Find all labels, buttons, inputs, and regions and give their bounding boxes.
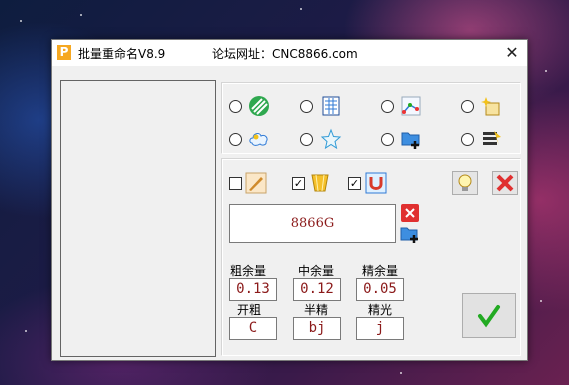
- mode-radio-2[interactable]: [300, 100, 313, 113]
- desktop-star: [80, 14, 82, 16]
- forum-address: 论坛网址：CNC8866.com: [212, 47, 358, 61]
- mode-radio-7[interactable]: [381, 133, 394, 146]
- lightbulb-icon: [458, 174, 472, 191]
- mode-radio-1[interactable]: [229, 100, 242, 113]
- mid-allowance-label: 中余量: [298, 264, 335, 278]
- mode-radio-6[interactable]: [300, 133, 313, 146]
- tool-checkbox-1[interactable]: [229, 177, 242, 190]
- semi-finish-input[interactable]: bj: [293, 317, 341, 340]
- tool-checkbox-3[interactable]: ✓: [348, 177, 361, 190]
- desktop-star: [20, 20, 22, 22]
- mode-radio-4[interactable]: [461, 100, 474, 113]
- title-bar: P 批量重命名V8.9 论坛网址：CNC8866.com ✕: [52, 40, 527, 66]
- delete-icon[interactable]: [401, 204, 419, 222]
- folder-add-icon[interactable]: [400, 225, 420, 243]
- desktop-star: [25, 330, 27, 332]
- desktop-star: [300, 8, 302, 10]
- mode-radio-5[interactable]: [229, 133, 242, 146]
- finish-light-label: 精光: [368, 303, 393, 317]
- blue-grid-document-icon: [322, 96, 340, 116]
- semi-finish-label: 半精: [304, 303, 329, 317]
- app-logo-icon: P: [57, 45, 71, 60]
- rough-allowance-input[interactable]: 0.13: [229, 278, 277, 301]
- cup-tool-icon: [311, 174, 329, 192]
- close-button[interactable]: ✕: [501, 42, 523, 64]
- finish-allowance-input[interactable]: 0.05: [356, 278, 404, 301]
- tool-checkbox-2[interactable]: ✓: [292, 177, 305, 190]
- desktop-star: [545, 70, 547, 72]
- desktop-star: [540, 300, 542, 302]
- red-x-icon: [496, 174, 514, 192]
- clear-button[interactable]: [492, 171, 518, 195]
- name-prefix-field[interactable]: 8866G: [229, 204, 396, 243]
- finish-light-input[interactable]: j: [356, 317, 404, 340]
- ok-button[interactable]: [462, 293, 516, 338]
- light-sparkle-icon: [481, 97, 500, 116]
- desktop-star: [400, 372, 402, 374]
- mode-radio-8[interactable]: [461, 133, 474, 146]
- open-rough-input[interactable]: C: [229, 317, 277, 340]
- tool-brush-icon: [245, 172, 267, 194]
- finish-allowance-label: 精余量: [362, 264, 399, 278]
- folder-add-icon: [401, 132, 420, 149]
- star-outline-icon: [320, 128, 342, 150]
- rename-dialog: P 批量重命名V8.9 论坛网址：CNC8866.com ✕ ✓ ✓ 8866G…: [51, 39, 528, 361]
- mid-allowance-input[interactable]: 0.12: [293, 278, 341, 301]
- nodes-path-icon: [401, 96, 421, 116]
- cloud-shape-icon: [249, 133, 268, 146]
- file-list-panel[interactable]: [60, 80, 216, 357]
- green-stripes-icon: [249, 96, 269, 116]
- window-title: 批量重命名V8.9: [78, 47, 166, 61]
- rough-allowance-label: 粗余量: [230, 264, 267, 278]
- magnet-tool-icon: [365, 172, 387, 194]
- open-rough-label: 开粗: [237, 303, 262, 317]
- mode-radio-3[interactable]: [381, 100, 394, 113]
- stack-layers-icon: [483, 131, 501, 145]
- checkmark-icon: [478, 305, 500, 328]
- idea-button[interactable]: [452, 171, 478, 195]
